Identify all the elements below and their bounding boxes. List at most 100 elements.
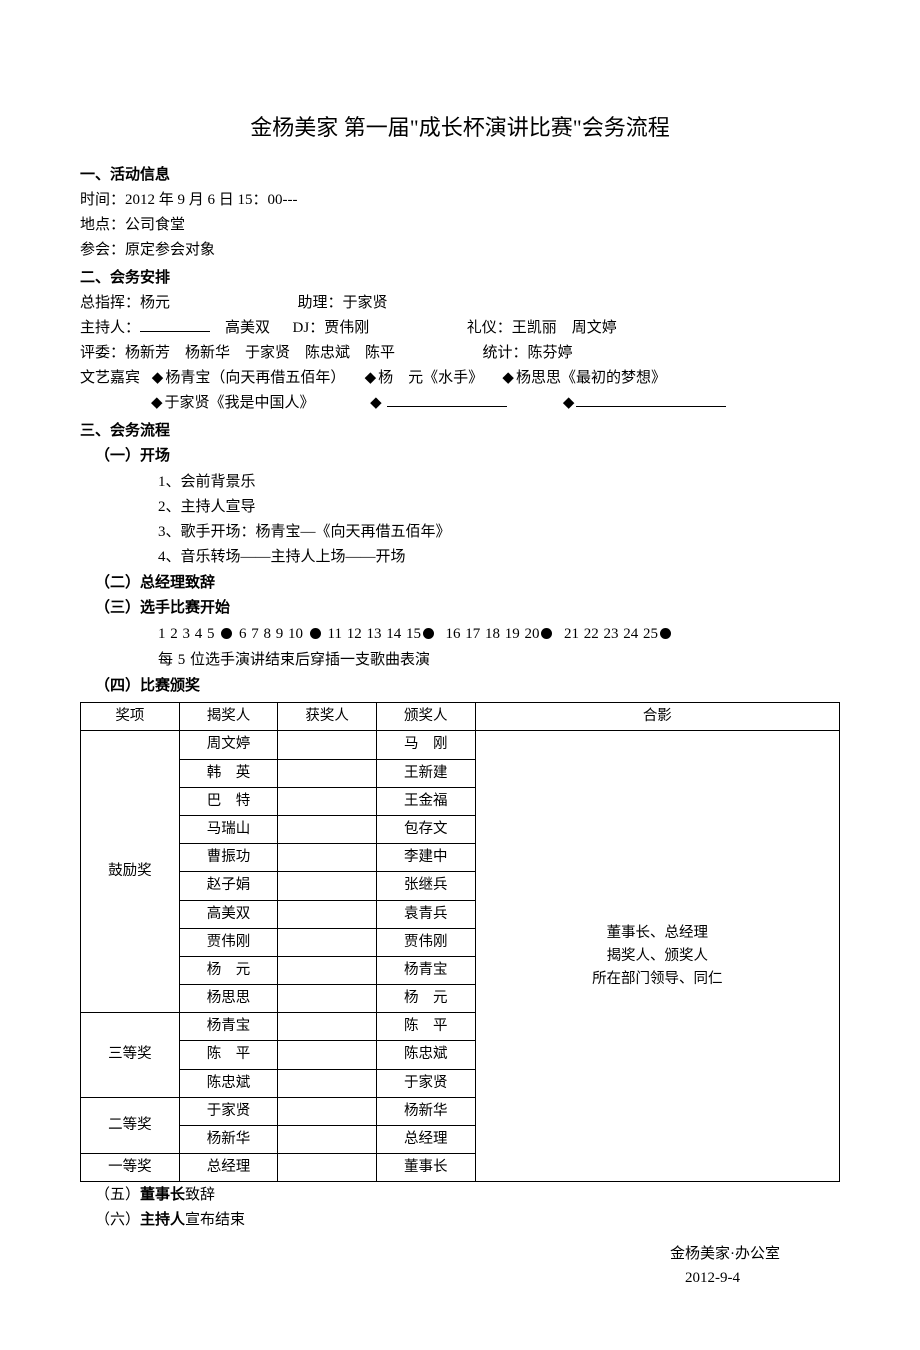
guest3a: 杨思思 — [516, 370, 561, 386]
present: 张继兵 — [376, 872, 475, 900]
present: 杨 元 — [376, 985, 475, 1013]
place-label: 地点： — [80, 217, 125, 233]
reveal: 贾伟刚 — [179, 928, 278, 956]
diamond-icon — [144, 370, 166, 386]
flow-1-item: 4、音乐转场——主持人上场——开场 — [158, 545, 840, 569]
arrange-line-3: 评委：杨新芳 杨新华 于家贤 陈忠斌 陈平 统计：陈芬婷 — [80, 341, 840, 365]
guest-blank-1 — [387, 391, 507, 407]
winner — [278, 844, 377, 872]
present: 董事长 — [376, 1154, 475, 1182]
seq-d: 16 17 18 19 20 — [445, 626, 539, 642]
winner — [278, 1097, 377, 1125]
flow-1-head: （一）开场 — [80, 444, 840, 468]
winner — [278, 900, 377, 928]
sig-org: 金杨美家·办公室 — [80, 1242, 780, 1266]
flow-2-head: （二）总经理致辞 — [80, 571, 840, 595]
present: 于家贤 — [376, 1069, 475, 1097]
attend-label: 参会： — [80, 242, 125, 258]
winner — [278, 1126, 377, 1154]
arrange-line-2: 主持人： 高美双 DJ：贾伟刚 礼仪：王凯丽 周文婷 — [80, 316, 840, 340]
flow-1-item: 1、会前背景乐 — [158, 470, 840, 494]
winner — [278, 815, 377, 843]
cat-second: 二等奖 — [81, 1097, 180, 1153]
sig-date: 2012-9-4 — [80, 1266, 780, 1290]
reveal: 杨 元 — [179, 956, 278, 984]
cat-third: 三等奖 — [81, 1013, 180, 1098]
assistant-label: 助理： — [298, 295, 343, 311]
assistant-value: 于家贤 — [343, 295, 388, 311]
flow-5-rest: 致辞 — [185, 1187, 215, 1203]
info-attend: 参会：原定参会对象 — [80, 238, 840, 262]
section-1-head: 一、活动信息 — [80, 163, 840, 187]
attend-value: 原定参会对象 — [125, 242, 215, 258]
present: 王新建 — [376, 759, 475, 787]
flow-4-head: （四）比赛颁奖 — [80, 674, 840, 698]
present: 李建中 — [376, 844, 475, 872]
winner — [278, 759, 377, 787]
award-table: 奖项 揭奖人 获奖人 颁奖人 合影 鼓励奖 周文婷马 刚 董事长、总经理 揭奖人… — [80, 702, 840, 1182]
photo-line-1: 董事长、总经理 — [482, 922, 833, 945]
reveal: 马瑞山 — [179, 815, 278, 843]
section-3-head: 三、会务流程 — [80, 419, 840, 443]
reveal: 陈忠斌 — [179, 1069, 278, 1097]
guest2a: 杨 元 — [378, 370, 423, 386]
seq-c: 11 12 13 14 15 — [328, 626, 421, 642]
flow-3-head: （三）选手比赛开始 — [80, 596, 840, 620]
flow-6-head: （六）主持人宣布结束 — [80, 1208, 840, 1232]
flow-6-rest: 宣布结束 — [185, 1212, 245, 1228]
present: 袁青兵 — [376, 900, 475, 928]
photo-cell: 董事长、总经理 揭奖人、颁奖人 所在部门领导、同仁 — [475, 731, 839, 1182]
reveal: 于家贤 — [179, 1097, 278, 1125]
present: 杨新华 — [376, 1097, 475, 1125]
winner — [278, 928, 377, 956]
col-photo: 合影 — [475, 703, 839, 731]
signature-block: 金杨美家·办公室 2012-9-4 — [80, 1242, 840, 1290]
dj-value: 贾伟刚 — [324, 320, 369, 336]
section-2-head: 二、会务安排 — [80, 266, 840, 290]
present: 包存文 — [376, 815, 475, 843]
guest-label: 文艺嘉宾 — [80, 370, 140, 386]
reveal: 总经理 — [179, 1154, 278, 1182]
reveal: 曹振功 — [179, 844, 278, 872]
winner — [278, 956, 377, 984]
flow-1-list: 1、会前背景乐 2、主持人宣导 3、歌手开场：杨青宝—《向天再借五佰年》 4、音… — [80, 470, 840, 569]
flow-1-item: 2、主持人宣导 — [158, 495, 840, 519]
place-value: 公司食堂 — [125, 217, 185, 233]
winner — [278, 1041, 377, 1069]
stat-label: 统计： — [483, 345, 528, 361]
etiquette-value: 王凯丽 周文婷 — [512, 320, 617, 336]
document-page: 金杨美家 第一届"成长杯演讲比赛"会务流程 一、活动信息 时间：2012 年 9… — [0, 0, 920, 1350]
reveal: 巴 特 — [179, 787, 278, 815]
seq-note: 每 5 位选手演讲结束后穿插一支歌曲表演 — [80, 648, 840, 672]
dot-icon — [541, 628, 552, 639]
table-row: 鼓励奖 周文婷马 刚 董事长、总经理 揭奖人、颁奖人 所在部门领导、同仁 — [81, 731, 840, 759]
winner — [278, 1013, 377, 1041]
present: 杨青宝 — [376, 956, 475, 984]
winner — [278, 1154, 377, 1182]
guest4: 于家贤《我是中国人》 — [165, 395, 315, 411]
etiquette-label: 礼仪： — [467, 320, 512, 336]
reveal: 高美双 — [179, 900, 278, 928]
flow-6-bold: 主持人 — [140, 1212, 185, 1228]
arrange-line-5: 于家贤《我是中国人》 — [80, 391, 840, 415]
guest3b: 《最初的梦想》 — [561, 370, 666, 386]
photo-line-2: 揭奖人、颁奖人 — [482, 945, 833, 968]
judge-label: 评委： — [80, 345, 125, 361]
dot-icon — [660, 628, 671, 639]
cat-encourage: 鼓励奖 — [81, 731, 180, 1013]
time-value: 2012 年 9 月 6 日 15：00--- — [125, 192, 298, 208]
present: 贾伟刚 — [376, 928, 475, 956]
photo-line-3: 所在部门领导、同仁 — [482, 968, 833, 991]
winner — [278, 985, 377, 1013]
arrange-line-4: 文艺嘉宾 杨青宝（向天再借五佰年） 杨 元《水手》 杨思思《最初的梦想》 — [80, 366, 840, 390]
host-label: 主持人： — [80, 320, 140, 336]
dot-icon — [221, 628, 232, 639]
reveal: 杨青宝 — [179, 1013, 278, 1041]
flow-5-bold: 董事长 — [140, 1187, 185, 1203]
diamond-icon — [143, 395, 165, 411]
dot-icon — [423, 628, 434, 639]
dj-label: DJ： — [293, 320, 325, 336]
diamond-icon — [555, 395, 577, 411]
reveal: 杨新华 — [179, 1126, 278, 1154]
reveal: 杨思思 — [179, 985, 278, 1013]
